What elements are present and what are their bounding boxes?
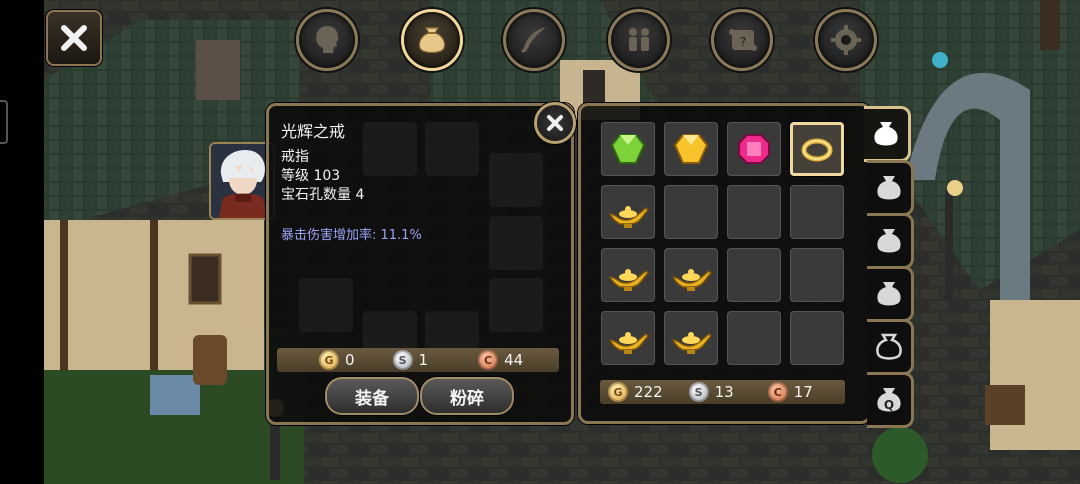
tab-party[interactable] <box>608 9 670 71</box>
price-gold: G 0 <box>319 350 355 370</box>
item-socket-count: 宝石孔数量 4 <box>281 187 365 203</box>
pink-gem-icon <box>732 127 776 171</box>
inventory-slot[interactable] <box>790 122 844 176</box>
magic-lamp-icon <box>606 316 650 360</box>
close-icon <box>547 115 563 131</box>
gold-ring-icon <box>795 127 839 171</box>
bag-tab-1[interactable] <box>864 106 911 162</box>
bag-tab-3[interactable] <box>867 213 914 269</box>
inventory-slot[interactable] <box>601 248 655 302</box>
item-stat: 暴击伤害增加率: 11.1% <box>281 228 422 243</box>
item-level: 等级 103 <box>281 168 341 184</box>
equip-button[interactable]: 装备 <box>325 377 419 415</box>
tab-settings[interactable] <box>815 9 877 71</box>
magic-lamp-icon <box>669 316 713 360</box>
equipment-slot-ghost <box>489 216 543 270</box>
price-bronze: C 44 <box>478 350 523 370</box>
equipment-slot-ghost <box>299 278 353 332</box>
inventory-slot-empty[interactable] <box>790 185 844 239</box>
price-bronze-value: 44 <box>504 351 524 369</box>
price-silver-value: 1 <box>418 351 429 369</box>
tab-quests[interactable]: ? <box>711 9 773 71</box>
currency-bronze-value: 17 <box>793 383 813 401</box>
feather-blade-icon <box>520 27 546 54</box>
inventory-slot-empty[interactable] <box>727 311 781 365</box>
gold-coin-icon: G <box>608 382 628 402</box>
item-name: 光辉之戒 <box>281 122 346 141</box>
price-gold-value: 0 <box>345 351 355 369</box>
bag-icon <box>874 122 898 146</box>
magic-lamp-icon <box>606 190 650 234</box>
gear-icon <box>831 25 861 55</box>
currency-bar: G 222 S 13 C 17 <box>600 380 845 404</box>
quest-bag-label: Q <box>884 398 894 412</box>
currency-silver: S 13 <box>688 382 734 402</box>
currency-gold: G 222 <box>608 382 663 402</box>
magic-lamp-icon <box>669 253 713 297</box>
bronze-coin-icon: C <box>767 382 788 402</box>
inventory-slot[interactable] <box>601 311 655 365</box>
smash-button[interactable]: 粉碎 <box>420 377 514 415</box>
bag-icon <box>877 282 901 306</box>
sell-price-bar: G 0 S 1 C 44 <box>277 348 559 372</box>
inventory-slot-empty[interactable] <box>664 185 718 239</box>
tab-skills[interactable] <box>503 9 565 71</box>
bag-icon <box>418 27 446 54</box>
inventory-slot-empty[interactable] <box>790 248 844 302</box>
head-silhouette-icon <box>316 26 339 53</box>
silver-coin-icon: S <box>392 350 413 370</box>
tab-character[interactable] <box>296 9 358 71</box>
item-detail-panel: 光辉之戒 戒指 等级 103 宝石孔数量 4 暴击伤害增加率: 11.1% G … <box>266 103 574 425</box>
inventory-slot[interactable] <box>664 122 718 176</box>
inventory-slot[interactable] <box>727 122 781 176</box>
bag-outline-icon <box>876 333 902 360</box>
green-gem-icon <box>606 127 650 171</box>
bag-tab-2[interactable] <box>867 160 914 216</box>
device-bezel <box>0 0 44 484</box>
price-silver: S 1 <box>392 350 429 370</box>
bag-icon <box>877 176 901 200</box>
equipment-slot-ghost <box>489 278 543 332</box>
quest-bag-icon: Q <box>877 388 901 412</box>
silver-coin-icon: S <box>688 382 709 402</box>
equipment-slot-ghost <box>489 153 543 207</box>
bag-icon <box>877 229 901 253</box>
device-edge-notch <box>0 100 8 144</box>
hero-portrait-icon <box>211 144 273 218</box>
inventory-slot[interactable] <box>664 248 718 302</box>
close-menu-button[interactable] <box>46 10 102 66</box>
yellow-gem-icon <box>669 127 713 171</box>
inventory-slot[interactable] <box>601 122 655 176</box>
inventory-slot[interactable] <box>664 311 718 365</box>
currency-gold-value: 222 <box>634 383 663 401</box>
currency-silver-value: 13 <box>714 383 734 401</box>
inventory-slot-empty[interactable] <box>790 311 844 365</box>
bronze-coin-icon: C <box>478 350 499 370</box>
equipment-slot-ghost <box>425 122 479 176</box>
item-type: 戒指 <box>281 149 309 165</box>
bag-tab-5[interactable] <box>867 319 914 375</box>
magic-lamp-icon <box>606 253 650 297</box>
currency-bronze: C 17 <box>767 382 813 402</box>
inventory-slot-empty[interactable] <box>727 185 781 239</box>
inventory-panel: G 222 S 13 C 17 <box>578 103 871 424</box>
equipment-slot-ghost <box>363 122 417 176</box>
inventory-slot-empty[interactable] <box>727 248 781 302</box>
tab-bag[interactable] <box>401 9 463 71</box>
close-detail-button[interactable] <box>534 102 576 144</box>
close-icon <box>61 25 87 51</box>
inventory-slot[interactable] <box>601 185 655 239</box>
scroll-icon: ? <box>729 29 757 51</box>
people-icon <box>629 28 649 51</box>
svg-text:?: ? <box>740 35 746 49</box>
gold-coin-icon: G <box>319 350 339 370</box>
bag-tab-quest[interactable]: Q <box>867 372 914 428</box>
bag-tab-4[interactable] <box>867 266 914 322</box>
